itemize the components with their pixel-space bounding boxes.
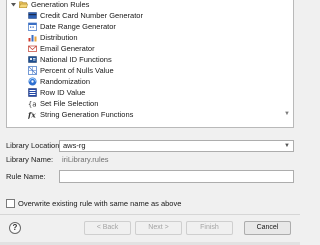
credit-card-icon [28,11,37,20]
tree-item-email[interactable]: Email Generator [28,43,95,54]
tree-item-national-id[interactable]: National ID Functions [28,54,112,65]
library-location-label: Library Location: [6,141,62,150]
svg-text:fx: fx [28,111,36,120]
tree-item-label: National ID Functions [40,55,112,64]
library-location-select[interactable]: aws-rg ▼ [59,140,294,152]
row-id-icon [28,88,37,97]
tree-item-label: Row ID Value [40,88,86,97]
finish-button[interactable]: Finish [186,221,233,235]
tree-item-label: Date Range Generator [40,22,116,31]
tree-item-percent-nulls[interactable]: Percent of Nulls Value [28,65,114,76]
set-file-icon: {a} [28,99,37,109]
back-button[interactable]: < Back [84,221,131,235]
tree-item-string-generation[interactable]: fx String Generation Functions [28,109,133,120]
tree-item-distribution[interactable]: Distribution [28,32,78,43]
svg-text:{a}: {a} [28,101,37,109]
tree-item-label: Email Generator [40,44,95,53]
rule-name-label: Rule Name: [6,172,46,181]
folder-open-icon [19,0,28,9]
id-card-icon [28,55,37,64]
calendar-icon [28,22,37,31]
overwrite-option[interactable]: Overwrite existing rule with same name a… [6,198,181,209]
collapse-arrow-icon[interactable] [10,0,17,9]
tree-item-set-file[interactable]: {a} Set File Selection [28,98,98,109]
rule-name-input[interactable] [59,170,294,183]
scroll-down-arrow-icon[interactable]: ▼ [283,110,291,118]
tree-item-label: Credit Card Number Generator [40,11,143,20]
next-button[interactable]: Next > [135,221,182,235]
function-icon: fx [28,110,37,120]
tree-item-row-id[interactable]: Row ID Value [28,87,85,98]
cancel-button[interactable]: Cancel [244,221,291,235]
percent-icon [28,66,37,75]
tree-item-label: Randomization [40,77,91,86]
generation-rules-tree[interactable]: Generation Rules Credit Card Number Gene… [6,0,294,128]
overwrite-label: Overwrite existing rule with same name a… [18,199,182,208]
overwrite-checkbox[interactable] [6,199,15,208]
library-name-label: Library Name: [6,155,54,164]
tree-item-label: Distribution [40,33,78,42]
library-name-field: iriLibrary.rules [62,155,109,164]
button-bar-separator [0,214,300,215]
library-location-value: aws-rg [63,141,86,150]
tree-item-label: Set File Selection [40,99,99,108]
email-icon [28,44,37,53]
tree-item-label: String Generation Functions [40,110,134,119]
chevron-down-icon[interactable]: ▼ [284,141,290,151]
tree-root-generation-rules[interactable]: Generation Rules [10,0,89,10]
tree-item-credit-card[interactable]: Credit Card Number Generator [28,10,143,21]
tree-item-date-range[interactable]: Date Range Generator [28,21,116,32]
tree-item-randomization[interactable]: Randomization [28,76,90,87]
distribution-icon [28,33,37,42]
randomization-icon [28,77,37,86]
tree-item-label: Percent of Nulls Value [40,66,114,75]
help-icon[interactable]: ? [9,222,21,234]
tree-root-label: Generation Rules [31,0,90,9]
